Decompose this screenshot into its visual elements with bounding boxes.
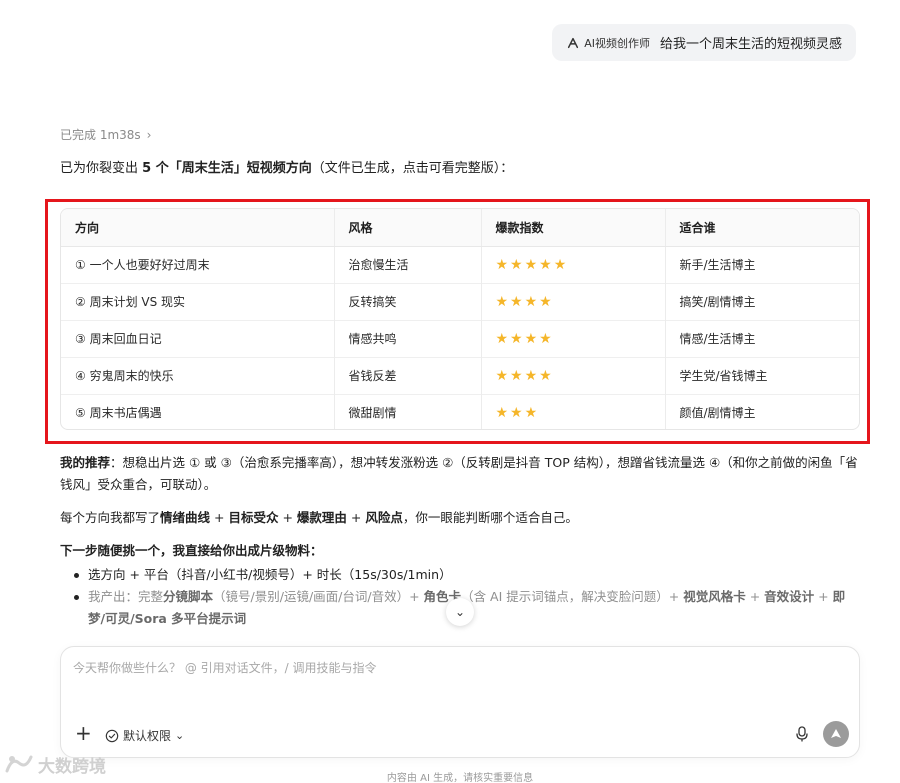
list-item: 选方向 + 平台（抖音/小红书/视频号）+ 时长（15s/30s/1min） <box>74 564 860 586</box>
cell-style: 省钱反差 <box>333 356 481 394</box>
intro-prefix: 已为你裂变出 <box>60 161 143 176</box>
completion-status[interactable]: 已完成 1m38s › <box>60 126 151 143</box>
cell-audience: 搞笑/剧情博主 <box>664 282 859 320</box>
recommendation-label: 我的推荐 <box>60 455 111 470</box>
ai-disclaimer: 内容由 AI 生成，请核实重要信息 <box>386 773 534 783</box>
cell-audience: 情感/生活博主 <box>664 319 859 357</box>
watermark-logo-icon <box>5 755 33 772</box>
cell-rating: ★★★★ <box>480 282 665 320</box>
bold-span: 爆款理由 <box>296 510 347 525</box>
star-rating: ★★★★★ <box>495 256 569 273</box>
cell-direction: ③ 周末回血日记 <box>61 319 334 357</box>
table-row: ⑤ 周末书店偶遇 微甜剧情 ★★★ 颜值/剧情博主 <box>61 393 859 429</box>
table-row: ③ 周末回血日记 情感共鸣 ★★★★ 情感/生活博主 <box>61 319 859 357</box>
recommendation-paragraph: 我的推荐：想稳出片选 ① 或 ③（治愈系完播率高），想冲转发涨粉选 ②（反转剧是… <box>60 452 860 496</box>
text-span: + <box>346 510 366 525</box>
cell-style: 微甜剧情 <box>333 393 481 429</box>
cell-style: 治愈慢生活 <box>333 246 481 283</box>
cell-audience: 学生党/省钱博主 <box>664 356 859 394</box>
watermark: 大数跨境 <box>4 752 106 777</box>
permission-selector[interactable]: 默认权限 ⌄ <box>105 727 184 744</box>
send-button[interactable] <box>823 721 849 747</box>
cell-audience: 颜值/剧情博主 <box>664 393 859 429</box>
watermark-text: 大数跨境 <box>38 757 106 777</box>
bullet-text: （镜号/景别/运镜/画面/台词/音效）+ <box>213 589 424 604</box>
header-direction: 方向 <box>61 209 334 247</box>
bullet-bold: 视觉风格卡 <box>683 589 746 604</box>
cell-rating: ★★★★ <box>480 319 665 357</box>
cell-direction: ① 一个人也要好好过周末 <box>75 258 210 272</box>
table-header-row: 方向 风格 爆款指数 适合谁 <box>61 209 859 247</box>
bullet-bold: 分镜脚本 <box>163 589 214 604</box>
next-step-heading: 下一步随便挑一个，我直接给你出成片级物料： <box>60 543 323 558</box>
agent-label: AI视频创作师 <box>584 36 650 50</box>
scroll-down-button[interactable]: ⌄ <box>446 598 474 626</box>
text-span: ，你一眼能判断哪个适合自己。 <box>402 510 578 525</box>
cell-style: 反转搞笑 <box>333 282 481 320</box>
chevron-right-icon: › <box>146 127 152 142</box>
cell-rating: ★★★★ <box>480 356 665 394</box>
recommendation-text: ：想稳出片选 ① 或 ③（治愈系完播率高），想冲转发涨粉选 ②（反转剧是抖音 T… <box>60 455 858 492</box>
cell-rating: ★★★ <box>480 393 665 429</box>
agent-icon <box>568 37 579 48</box>
header-rating: 爆款指数 <box>480 209 665 247</box>
star-rating: ★★★ <box>495 404 540 421</box>
cell-direction: ⑤ 周末书店偶遇 <box>61 393 334 429</box>
header-audience: 适合谁 <box>664 209 859 247</box>
text-span: + <box>278 510 297 525</box>
chevron-down-icon: ⌄ <box>454 605 466 619</box>
bold-span: 风险点 <box>365 510 403 525</box>
bullet-bold: 音效设计 <box>764 589 815 604</box>
table-row: ② 周末计划 VS 现实 反转搞笑 ★★★★ 搞笑/剧情博主 <box>61 282 859 320</box>
status-text: 已完成 1m38s <box>60 128 141 142</box>
table-row: ① 一个人也要好好过周末 治愈慢生活 ★★★★★ 新手/生活博主 <box>61 246 859 283</box>
text-span: 每个方向我都写了 <box>60 510 161 525</box>
intro-bold: 5 个「周末生活」短视频方向 <box>142 161 312 176</box>
chat-composer[interactable]: 今天帮你做些什么？ @ 引用对话文件，/ 调用技能与指令 + 默认权限 ⌄ <box>60 646 860 758</box>
bold-span: 目标受众 <box>228 510 279 525</box>
user-message-text: 给我一个周末生活的短视频灵感 <box>659 37 842 52</box>
cell-style: 情感共鸣 <box>333 319 481 357</box>
text-span: + <box>210 510 229 525</box>
header-style: 风格 <box>333 209 481 247</box>
table-row: ④ 穷鬼周末的快乐 省钱反差 ★★★★ 学生党/省钱博主 <box>61 356 859 394</box>
bullet-text: + <box>814 589 833 604</box>
bullet-text: 选方向 + 平台（抖音/小红书/视频号）+ 时长（15s/30s/1min） <box>88 567 452 582</box>
star-rating: ★★★★ <box>495 330 554 347</box>
star-rating: ★★★★ <box>495 293 554 310</box>
cell-direction: ② 周末计划 VS 现实 <box>61 282 334 320</box>
shield-check-icon <box>105 729 119 742</box>
composer-placeholder[interactable]: 今天帮你做些什么？ @ 引用对话文件，/ 调用技能与指令 <box>73 659 377 676</box>
microphone-icon[interactable] <box>795 726 809 742</box>
permission-label: 默认权限 <box>123 729 172 743</box>
user-message-bubble: AI视频创作师 给我一个周末生活的短视频灵感 <box>552 24 856 61</box>
cell-rating: ★★★★★ <box>480 246 665 283</box>
bullet-text: 我产出：完整 <box>88 589 164 604</box>
add-icon[interactable]: + <box>75 723 92 743</box>
directions-table: 方向 风格 爆款指数 适合谁 ① 一个人也要好好过周末 治愈慢生活 ★★★★★ … <box>60 208 860 430</box>
bullet-text: + <box>745 589 765 604</box>
bullet-text: （含 AI 提示词锚点，解决变脸问题）+ <box>461 589 684 604</box>
cell-direction: ④ 穷鬼周末的快乐 <box>61 356 334 394</box>
intro-suffix: （文件已生成，点击可看完整版）： <box>311 161 514 176</box>
intro-line: 已为你裂变出 5 个「周末生活」短视频方向（文件已生成，点击可看完整版）： <box>60 157 513 176</box>
agent-chip[interactable]: AI视频创作师 <box>566 35 650 51</box>
star-rating: ★★★★ <box>495 367 554 384</box>
chevron-down-icon: ⌄ <box>175 729 185 742</box>
cell-audience: 新手/生活博主 <box>664 246 859 283</box>
bold-span: 情绪曲线 <box>160 510 211 525</box>
arrow-up-icon <box>831 729 841 738</box>
each-direction-paragraph: 每个方向我都写了情绪曲线 + 目标受众 + 爆款理由 + 风险点，你一眼能判断哪… <box>60 507 860 529</box>
